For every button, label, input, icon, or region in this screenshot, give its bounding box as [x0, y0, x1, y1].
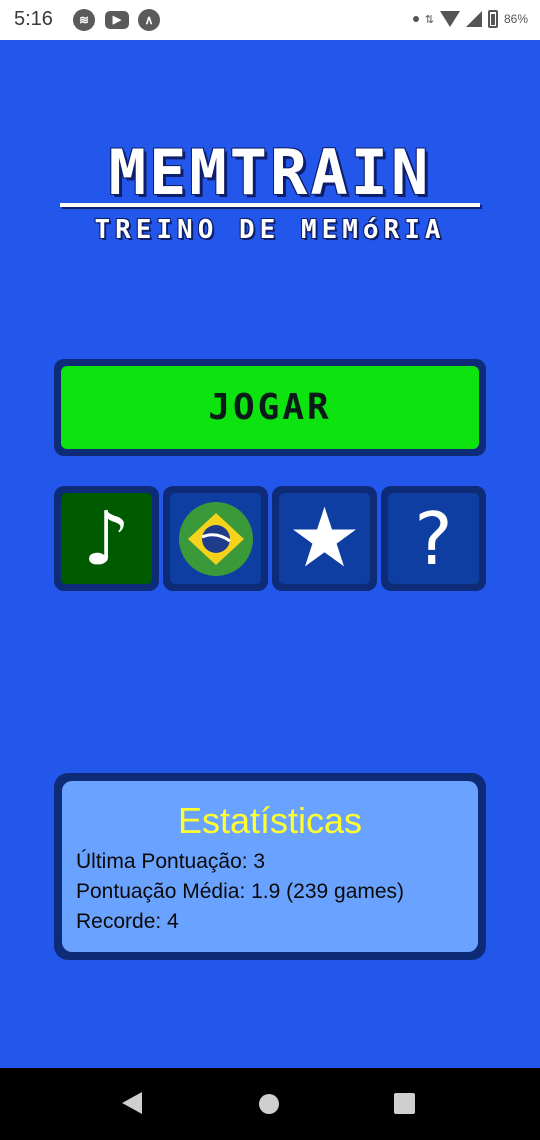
average-score: Pontuação Média: 1.9 (239 games)	[76, 880, 405, 903]
data-arrows-icon: ⇅	[424, 13, 434, 26]
music-toggle-button[interactable]: ♪	[54, 486, 159, 591]
title-divider	[60, 203, 480, 207]
brazil-flag-icon	[178, 501, 253, 576]
stats-title: Estatísticas	[177, 800, 363, 841]
question-mark-icon: ?	[414, 496, 453, 581]
help-button[interactable]: ?	[381, 486, 486, 591]
youtube-icon: ▶	[105, 11, 129, 29]
notification-dot-icon	[412, 16, 419, 22]
app-title: MEMTRAIN	[108, 136, 432, 209]
record-score: Recorde: 4	[76, 910, 179, 933]
wifi-icon	[439, 11, 460, 27]
spotify-icon: ≋	[73, 9, 95, 31]
last-score: Última Pontuação: 3	[76, 850, 266, 873]
status-time: 5:16	[14, 8, 53, 30]
music-note-icon: ♪	[82, 495, 131, 582]
play-button-label: JOGAR	[61, 366, 479, 449]
battery-icon	[487, 10, 498, 28]
play-button[interactable]: JOGAR	[54, 359, 486, 456]
app-subtitle: TREINO DE MEMóRIA	[94, 215, 446, 245]
language-toggle-button[interactable]	[163, 486, 268, 591]
status-bar: 5:16 ≋ ▶ ∧ ⇅ 86%	[0, 0, 540, 40]
arc-icon: ∧	[138, 9, 160, 31]
navigation-bar	[0, 1068, 540, 1140]
stats-panel: Estatísticas Última Pontuação: 3 Pontuaç…	[54, 773, 486, 960]
star-icon: ★	[287, 490, 362, 586]
rate-button[interactable]: ★	[272, 486, 377, 591]
back-icon[interactable]	[122, 1092, 142, 1114]
signal-icon	[465, 11, 482, 27]
recent-apps-icon[interactable]	[394, 1093, 415, 1114]
status-indicators: ⇅ 86%	[412, 10, 528, 28]
battery-percent: 86%	[503, 12, 528, 26]
home-icon[interactable]	[259, 1094, 279, 1114]
